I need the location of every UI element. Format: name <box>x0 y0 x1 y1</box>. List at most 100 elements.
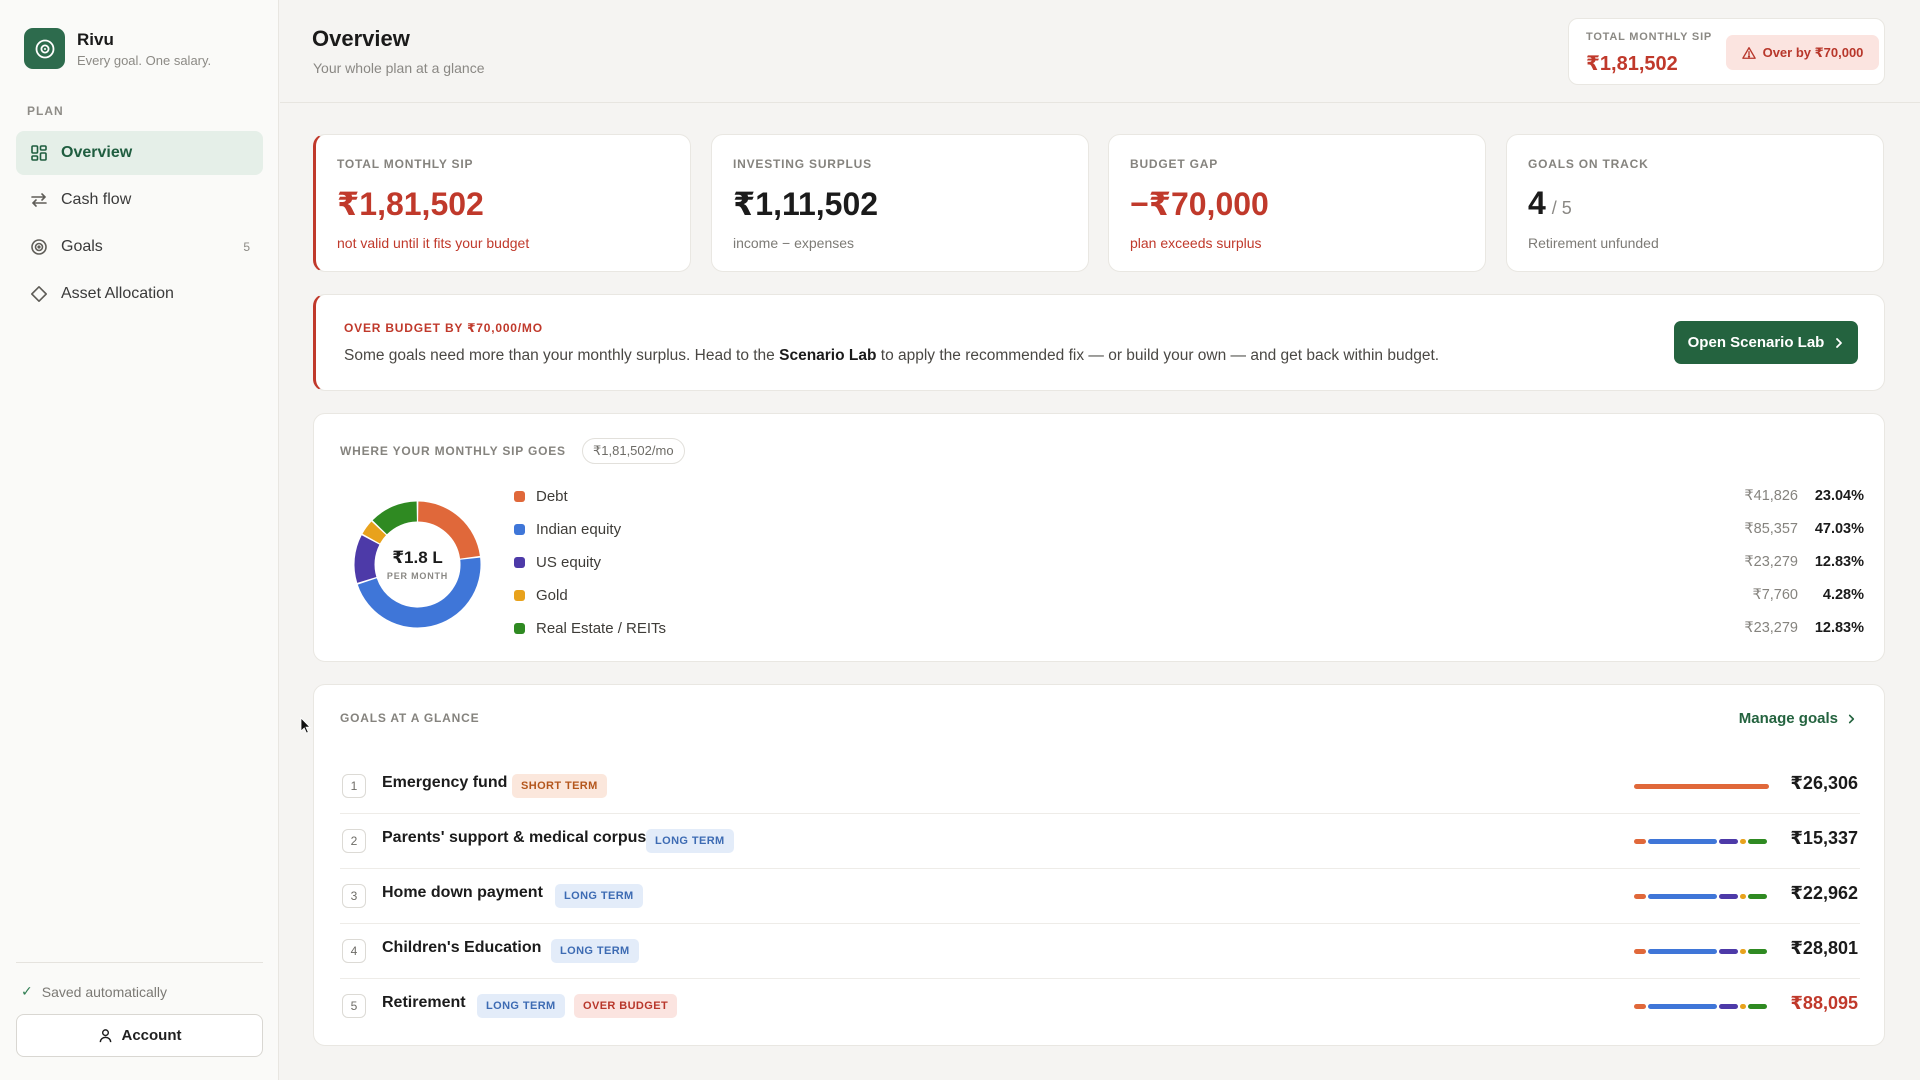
bar-segment-gold <box>1740 1004 1746 1009</box>
bar-segment-us-equity <box>1719 1004 1738 1009</box>
sidebar-item-label: Cash flow <box>61 191 132 208</box>
open-scenario-lab-button[interactable]: Open Scenario Lab <box>1674 321 1858 364</box>
goal-amount: ₹88,095 <box>1790 993 1858 1013</box>
brand-tagline: Every goal. One salary. <box>77 52 212 68</box>
sidebar-item-cash-flow[interactable]: Cash flow <box>16 178 263 222</box>
goal-allocation-bar <box>1634 839 1769 844</box>
goals-count-badge: 5 <box>243 240 250 254</box>
goal-row[interactable]: 3 Home down payment LONG TERM ₹22,962 <box>340 869 1860 924</box>
goal-row[interactable]: 4 Children's Education LONG TERM ₹28,801 <box>340 924 1860 979</box>
goal-name: Children's Education <box>382 939 542 956</box>
legend-name: Debt <box>536 488 568 505</box>
legend-row-indian-equity: Indian equity ₹85,357 47.03% <box>514 519 1864 541</box>
goal-amount: ₹15,337 <box>1790 828 1858 848</box>
sidebar-item-goals[interactable]: Goals 5 <box>16 225 263 269</box>
legend-swatch <box>514 524 525 535</box>
legend-swatch <box>514 491 525 502</box>
legend-swatch <box>514 557 525 568</box>
legend-percent: 12.83% <box>1814 620 1864 636</box>
bar-segment-debt <box>1634 1004 1646 1009</box>
goal-row[interactable]: 2 Parents' support & medical corpus LONG… <box>340 814 1860 869</box>
manage-goals-label: Manage goals <box>1738 710 1838 727</box>
stat-value: ₹1,11,502 <box>733 186 879 222</box>
save-status-text: Saved automatically <box>41 983 168 1000</box>
diamond-icon <box>29 284 49 304</box>
chevron-right-icon <box>1847 713 1856 725</box>
legend-name: US equity <box>536 554 602 571</box>
header-sip-value: ₹1,81,502 <box>1586 53 1678 75</box>
allocation-total-pill: ₹1,81,502/mo <box>582 438 685 464</box>
goal-allocation-bar <box>1634 894 1769 899</box>
over-budget-badge[interactable]: Over by ₹70,000 <box>1726 35 1879 70</box>
bar-segment-debt <box>1634 784 1769 789</box>
bar-segment-us-equity <box>1719 839 1738 844</box>
goal-amount: ₹22,962 <box>1790 883 1858 903</box>
target-icon <box>29 237 49 257</box>
bar-segment-us-equity <box>1719 949 1738 954</box>
banner-text-start: Some goals need more than your monthly s… <box>344 347 780 364</box>
arrows-icon <box>29 190 49 210</box>
legend-amount: ₹23,279 <box>1744 620 1798 636</box>
stat-value: ₹1,81,502 <box>337 186 484 222</box>
bar-segment-gold <box>1740 949 1746 954</box>
manage-goals-link[interactable]: Manage goals <box>1739 710 1856 727</box>
stat-label: INVESTING SURPLUS <box>733 157 872 171</box>
goals-total: / 5 <box>1551 198 1572 218</box>
donut-center-label: PER MONTH <box>386 571 449 581</box>
legend-swatch <box>514 590 525 601</box>
legend-row-us-equity: US equity ₹23,279 12.83% <box>514 552 1864 574</box>
goals-on-track-count: 4 <box>1528 185 1546 221</box>
stat-note: plan exceeds surplus <box>1130 235 1262 251</box>
button-label: Open Scenario Lab <box>1687 334 1825 351</box>
goal-allocation-bar <box>1634 1004 1769 1009</box>
allocation-card: WHERE YOUR MONTHLY SIP GOES ₹1,81,502/mo… <box>313 413 1885 662</box>
sidebar-item-overview[interactable]: Overview <box>16 131 263 175</box>
logo-icon <box>24 28 65 69</box>
legend-name: Indian equity <box>536 521 622 538</box>
goal-term-tag: LONG TERM <box>551 939 639 963</box>
mouse-cursor-icon <box>300 717 311 734</box>
legend-amount: ₹7,760 <box>1752 587 1798 603</box>
bar-segment-real-estate <box>1748 839 1767 844</box>
brand[interactable]: Rivu Every goal. One salary. <box>24 28 211 69</box>
goal-name: Home down payment <box>382 884 543 901</box>
legend-percent: 23.04% <box>1814 488 1864 504</box>
legend-swatch <box>514 623 525 634</box>
check-icon: ✓ <box>21 983 33 999</box>
page-subtitle: Your whole plan at a glance <box>313 60 485 76</box>
bar-segment-debt <box>1634 894 1646 899</box>
bar-segment-real-estate <box>1748 1004 1767 1009</box>
goals-card: GOALS AT A GLANCE Manage goals 1 Emergen… <box>313 684 1885 1046</box>
stat-label: BUDGET GAP <box>1130 157 1219 171</box>
goal-row[interactable]: 5 Retirement LONG TERM OVER BUDGET ₹88,0… <box>340 979 1860 1034</box>
stat-value: 4/ 5 <box>1528 185 1572 222</box>
bar-segment-debt <box>1634 949 1646 954</box>
over-budget-text: Over by ₹70,000 <box>1762 44 1864 60</box>
bar-segment-debt <box>1634 839 1646 844</box>
goal-number: 5 <box>342 994 366 1018</box>
sidebar-item-asset-allocation[interactable]: Asset Allocation <box>16 272 263 316</box>
sidebar-item-label: Goals <box>61 238 103 255</box>
legend-row-debt: Debt ₹41,826 23.04% <box>514 486 1864 508</box>
goal-term-tag: LONG TERM <box>555 884 643 908</box>
header-sip-card: TOTAL MONTHLY SIP ₹1,81,502 Over by ₹70,… <box>1568 18 1885 85</box>
goal-allocation-bar <box>1634 784 1769 789</box>
bar-segment-gold <box>1740 894 1746 899</box>
account-label: Account <box>121 1027 182 1044</box>
legend-amount: ₹85,357 <box>1744 521 1798 537</box>
stat-note: not valid until it fits your budget <box>337 235 530 251</box>
sidebar: Rivu Every goal. One salary. PLAN Overvi… <box>0 0 279 1080</box>
legend-name: Real Estate / REITs <box>536 620 667 637</box>
banner-title: OVER BUDGET BY ₹70,000/MO <box>344 321 543 335</box>
stat-card-goals-on-track: GOALS ON TRACK 4/ 5 Retirement unfunded <box>1506 134 1884 272</box>
page-title: Overview <box>312 26 410 51</box>
account-button[interactable]: Account <box>16 1014 263 1057</box>
legend-name: Gold <box>536 587 568 604</box>
goal-term-tag: SHORT TERM <box>512 774 607 798</box>
goal-row[interactable]: 1 Emergency fund SHORT TERM ₹26,306 <box>340 759 1860 814</box>
stat-card-budget-gap: BUDGET GAP −₹70,000 plan exceeds surplus <box>1108 134 1486 272</box>
legend-percent: 47.03% <box>1814 521 1864 537</box>
goal-number: 1 <box>342 774 366 798</box>
donut-center-value: ₹1.8 L <box>392 548 443 567</box>
legend-percent: 4.28% <box>1822 587 1864 603</box>
